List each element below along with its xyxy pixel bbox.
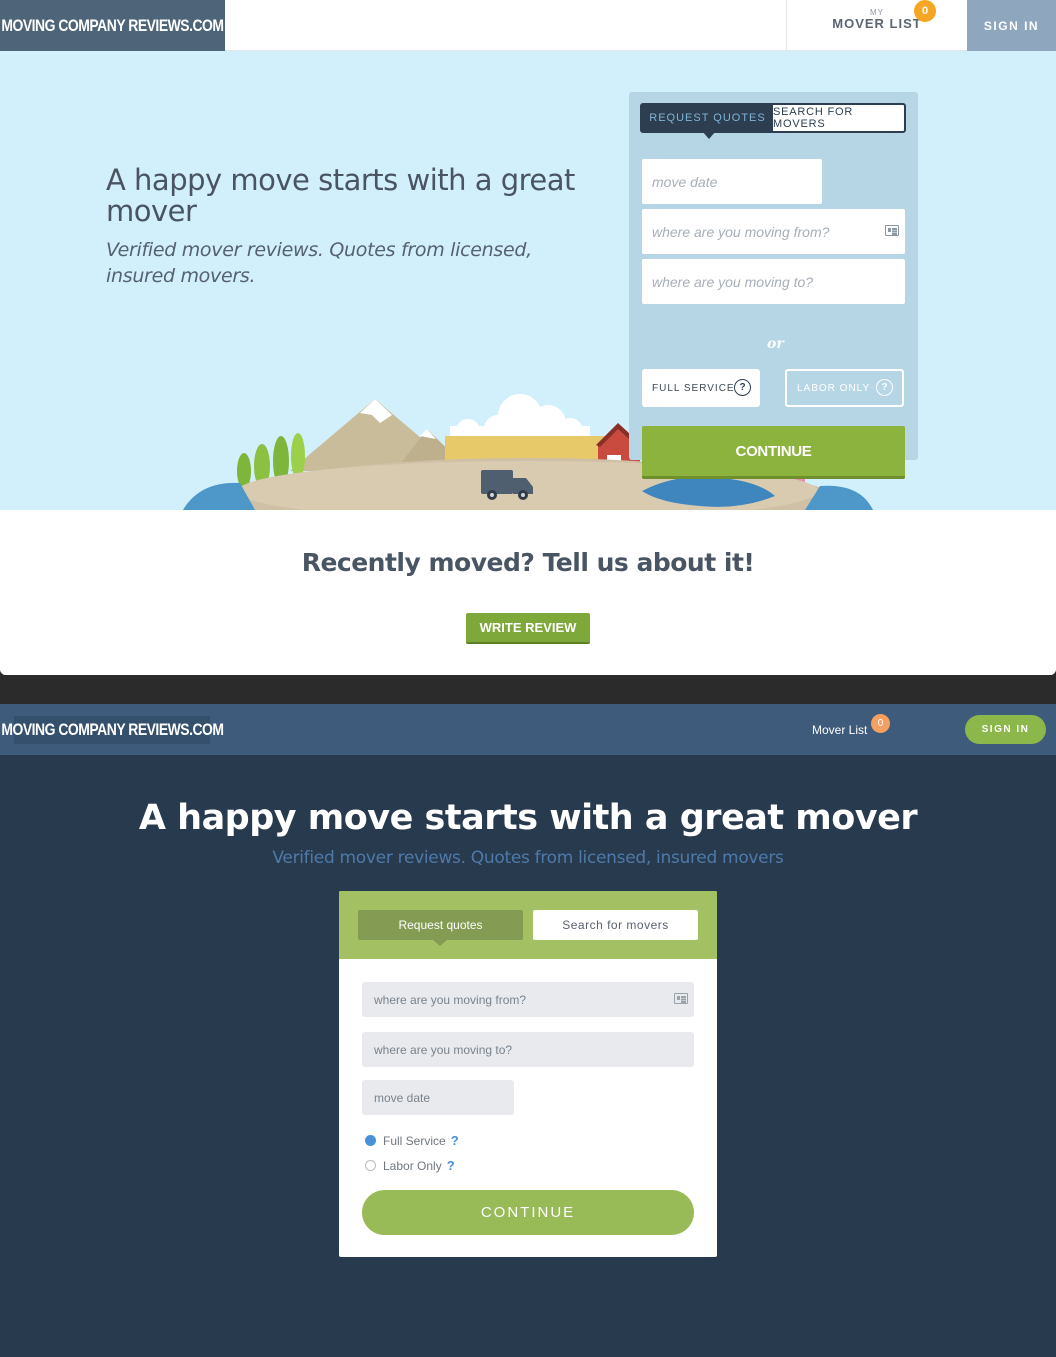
labor-only-option[interactable]: LABOR ONLY ? — [785, 369, 904, 407]
review-heading: Recently moved? Tell us about it! — [301, 548, 755, 577]
bottom-moving-from-input[interactable]: where are you moving from? — [362, 982, 694, 1017]
tab-request-quotes[interactable]: REQUEST QUOTES — [642, 105, 773, 139]
full-service-help-icon-bottom[interactable]: ? — [451, 1133, 459, 1148]
bottom-mover-list-link[interactable]: Mover List — [812, 723, 867, 737]
bottom-moving-from-placeholder: where are you moving from? — [374, 992, 527, 1007]
moving-to-placeholder: where are you moving to? — [652, 273, 814, 290]
or-divider: or — [767, 336, 784, 352]
labor-only-radio-label: Labor Only — [383, 1158, 442, 1173]
labor-only-help-icon[interactable]: ? — [876, 379, 893, 396]
top-version: MOVING COMPANY REVIEWS.COM MY MOVER LIST… — [0, 0, 1056, 675]
bottom-moving-to-placeholder: where are you moving to? — [374, 1042, 513, 1057]
bottom-quote-form: Request quotes Search for movers where a… — [339, 891, 717, 1257]
tab-request-quotes-bottom[interactable]: Request quotes — [358, 910, 523, 946]
write-review-button[interactable]: WRITE REVIEW — [466, 613, 590, 644]
labor-only-radio-row[interactable]: Labor Only ? — [365, 1158, 455, 1173]
bottom-moving-to-input[interactable]: where are you moving to? — [362, 1032, 694, 1067]
moving-to-input[interactable]: where are you moving to? — [642, 259, 905, 304]
bottom-move-date-input[interactable]: move date — [362, 1080, 514, 1115]
labor-only-radio[interactable] — [365, 1160, 376, 1171]
address-book-icon[interactable] — [674, 993, 688, 1004]
bottom-logo-text: MOVING COMPANY REVIEWS.COM — [0, 720, 224, 739]
moving-from-input[interactable]: where are you moving from? — [642, 209, 905, 254]
bottom-form-tabs: Request quotes Search for movers — [339, 891, 717, 959]
top-header: MOVING COMPANY REVIEWS.COM MY MOVER LIST… — [0, 0, 1056, 51]
full-service-radio-row[interactable]: Full Service ? — [365, 1133, 459, 1148]
full-service-radio[interactable] — [365, 1135, 376, 1146]
top-mover-list-button[interactable]: MY MOVER LIST — [786, 0, 967, 51]
bottom-version: MOVING COMPANY REVIEWS.COM Mover List 0 … — [0, 704, 1056, 1357]
top-hero: A happy move starts with a great mover V… — [0, 51, 1056, 510]
full-service-option[interactable]: FULL SERVICE ? — [642, 369, 760, 407]
labor-only-help-icon-bottom[interactable]: ? — [447, 1158, 455, 1173]
tab-search-for-movers[interactable]: SEARCH FOR MOVERS — [773, 105, 904, 131]
bottom-logo[interactable]: MOVING COMPANY REVIEWS.COM — [1, 716, 224, 744]
top-quote-form: REQUEST QUOTES SEARCH FOR MOVERS move da… — [629, 92, 918, 479]
bottom-hero-subtitle: Verified mover reviews. Quotes from lice… — [272, 848, 784, 868]
top-logo-text: MOVING COMPANY REVIEWS.COM — [1, 15, 224, 35]
address-book-icon[interactable] — [885, 225, 899, 236]
bottom-header: MOVING COMPANY REVIEWS.COM Mover List 0 … — [0, 704, 1056, 755]
review-section: Recently moved? Tell us about it! WRITE … — [0, 510, 1056, 675]
bottom-continue-button[interactable]: CONTINUE — [362, 1190, 694, 1235]
labor-only-label: LABOR ONLY — [797, 382, 871, 394]
full-service-help-icon[interactable]: ? — [734, 379, 751, 396]
top-form-tabs: REQUEST QUOTES SEARCH FOR MOVERS — [640, 103, 906, 139]
top-sign-in-button[interactable]: SIGN IN — [967, 0, 1056, 51]
moving-from-placeholder: where are you moving from? — [652, 223, 830, 240]
bottom-sign-in-button[interactable]: SIGN IN — [965, 715, 1046, 744]
move-date-input[interactable]: move date — [642, 159, 822, 204]
full-service-label: FULL SERVICE — [652, 382, 735, 394]
bottom-move-date-placeholder: move date — [374, 1090, 431, 1105]
top-mover-list-badge: 0 — [914, 0, 936, 22]
full-service-radio-label: Full Service — [383, 1133, 446, 1148]
bottom-hero-title: A happy move starts with a great mover — [138, 798, 918, 838]
top-logo[interactable]: MOVING COMPANY REVIEWS.COM — [0, 0, 225, 51]
top-mover-list-label: MOVER LIST — [832, 16, 922, 31]
tab-search-for-movers-bottom[interactable]: Search for movers — [533, 910, 698, 940]
move-date-placeholder: move date — [652, 173, 718, 190]
bottom-mover-list-badge: 0 — [871, 714, 890, 733]
top-continue-button[interactable]: CONTINUE — [642, 426, 905, 479]
